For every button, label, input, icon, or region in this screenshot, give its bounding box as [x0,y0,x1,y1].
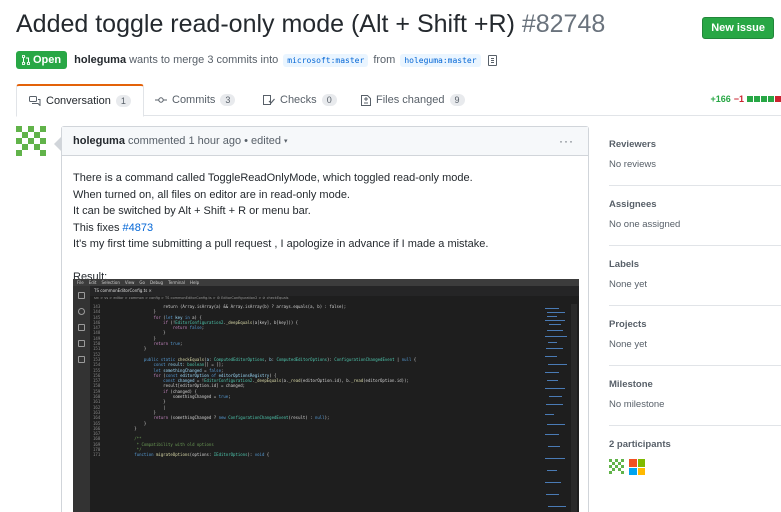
diff-deletions: −1 [733,94,744,104]
pr-meta: Open holeguma wants to merge 3 commits i… [16,50,497,70]
diff-additions: +166 [710,94,731,104]
tab-conversation[interactable]: Conversation 1 [16,84,144,117]
tab-label: Checks [280,94,317,106]
tab-label: Files changed [376,94,445,106]
participant-avatar[interactable] [629,459,645,475]
new-issue-button[interactable]: New issue [702,17,774,39]
tab-counter: 9 [449,94,465,106]
reviewers-value: No reviews [609,159,656,170]
labels-title[interactable]: Labels [609,259,781,270]
comment-line: It's my first time submitting a pull req… [73,238,489,250]
base-branch[interactable]: microsoft:master [283,53,369,67]
pr-title: Added toggle read-only mode (Alt + Shift… [16,10,776,39]
tab-label: Commits [172,94,216,106]
comment-header: holeguma commented 1 hour ago • edited ▾… [62,127,588,156]
participant-avatar[interactable] [609,459,625,475]
diffstat-bar [747,96,781,102]
kebab-horizontal-icon[interactable]: ··· [559,134,574,148]
merge-text: wants to merge 3 commits into [129,54,279,66]
tab-files-changed[interactable]: Files changed 9 [349,84,477,116]
tab-counter: 1 [115,95,131,107]
assignees-value: No one assigned [609,219,681,230]
screenshot-breadcrumb: src > vs > editor > common > config > TS… [94,296,289,300]
screenshot-code: 143 return (Array.isArray(a) && Array.is… [93,304,417,458]
screenshot-tabbar: TS commonEditorConfig.ts × [90,286,579,296]
clippy-icon[interactable] [487,54,497,66]
projects-title[interactable]: Projects [609,319,781,330]
pr-sidebar: Reviewers No reviews Assignees No one as… [609,126,781,486]
participants-section: 2 participants [609,426,781,486]
projects-section[interactable]: Projects None yet [609,306,781,366]
milestone-title[interactable]: Milestone [609,379,781,390]
reviewers-section[interactable]: Reviewers No reviews [609,126,781,186]
reviewers-title[interactable]: Reviewers [609,139,781,150]
labels-section[interactable]: Labels None yet [609,246,781,306]
screenshot-menubar: File Edit Selection View Go Debug Terminal Help [73,279,579,286]
labels-value: None yet [609,279,648,290]
comment-line: This fixes #4873 [73,220,577,237]
tab-commits[interactable]: Commits 3 [143,84,247,116]
comment-line: There is a command called ToggleReadOnly… [73,172,473,184]
comment-line: When turned on, all files on editor are … [73,188,350,201]
comment-author[interactable]: holeguma [73,135,125,147]
file-diff-icon [361,94,371,106]
screenshot-scrollbar [571,304,577,512]
git-commit-icon [155,97,167,103]
comment-discussion-icon [29,96,41,106]
fixes-text: This fixes [73,221,120,234]
tab-counter: 3 [220,94,236,106]
participants-title: 2 participants [609,439,671,450]
pr-number: #82748 [521,10,606,38]
tab-label: Conversation [46,95,111,107]
tab-counter: 0 [321,94,337,106]
diffstat: +166 −1 [710,94,781,104]
caret-down-icon[interactable]: ▾ [284,137,288,145]
pr-title-text: Added toggle read-only mode (Alt + Shift… [16,10,515,38]
projects-value: None yet [609,339,648,350]
result-screenshot[interactable]: File Edit Selection View Go Debug Terminal Help… [73,279,579,512]
screenshot-activity-bar [73,286,90,512]
comment-line: It can be switched by Alt + Shift + R or… [73,205,311,217]
checklist-icon [263,95,275,105]
comment-meta[interactable]: commented 1 hour ago • edited [128,135,281,147]
head-branch[interactable]: holeguma:master [400,53,481,67]
from-text: from [373,54,396,66]
assignees-section[interactable]: Assignees No one assigned [609,186,781,246]
milestone-section[interactable]: Milestone No milestone [609,366,781,426]
participants-list [609,459,781,475]
issue-link[interactable]: #4873 [123,222,154,234]
comment-body: There is a command called ToggleReadOnly… [62,156,588,299]
pr-tabs: Conversation 1 Commits 3 Checks 0 Files … [16,84,781,117]
tab-checks[interactable]: Checks 0 [251,84,349,116]
state-badge: Open [16,51,68,69]
milestone-value: No milestone [609,399,665,410]
pr-header: Added toggle read-only mode (Alt + Shift… [16,10,776,46]
assignees-title[interactable]: Assignees [609,199,781,210]
state-label: Open [33,54,62,66]
screenshot-minimap [545,304,569,512]
pr-author-link[interactable]: holeguma [74,54,126,66]
avatar[interactable] [16,126,46,156]
git-pull-request-icon [22,55,30,65]
comment-box: holeguma commented 1 hour ago • edited ▾… [54,126,589,512]
